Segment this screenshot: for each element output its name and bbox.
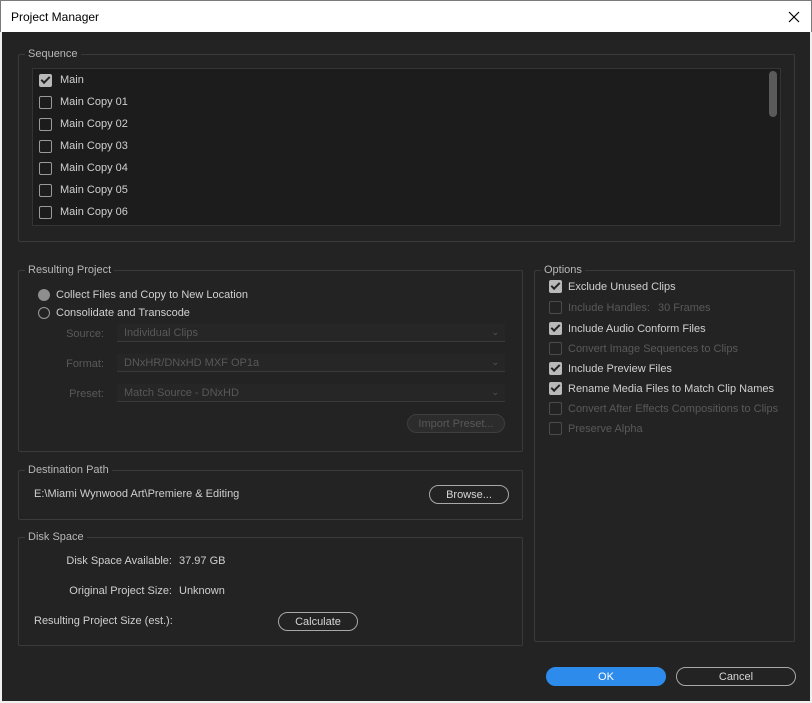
- exclude-unused-row[interactable]: Exclude Unused Clips: [549, 280, 676, 293]
- browse-button[interactable]: Browse...: [429, 485, 509, 504]
- collect-files-label: Collect Files and Copy to New Location: [56, 289, 248, 301]
- audio-conform-label: Include Audio Conform Files: [568, 322, 706, 335]
- destination-legend: Destination Path: [25, 464, 112, 476]
- resulting-project-legend: Resulting Project: [25, 264, 115, 276]
- preserve-alpha-label: Preserve Alpha: [568, 422, 643, 435]
- original-size-value: Unknown: [179, 585, 225, 597]
- list-item[interactable]: Main Copy 05: [39, 181, 128, 199]
- disk-available-value: 37.97 GB: [179, 555, 226, 567]
- options-legend: Options: [541, 264, 585, 276]
- sequence-checkbox[interactable]: [39, 95, 52, 109]
- preset-value: Match Source - DNxHD: [124, 387, 239, 399]
- sequence-checkbox[interactable]: [39, 117, 52, 131]
- format-value: DNxHR/DNxHD MXF OP1a: [124, 357, 260, 369]
- calculate-button[interactable]: Calculate: [278, 612, 358, 631]
- rename-media-label: Rename Media Files to Match Clip Names: [568, 382, 775, 395]
- convert-ae-row[interactable]: Convert After Effects Compositions to Cl…: [549, 402, 778, 415]
- sequence-label: Main Copy 05: [60, 184, 128, 196]
- window-title: Project Manager: [11, 10, 100, 24]
- preview-files-row[interactable]: Include Preview Files: [549, 362, 672, 375]
- include-handles-label: Include Handles:: [568, 301, 650, 314]
- convert-ae-label: Convert After Effects Compositions to Cl…: [568, 402, 779, 415]
- consolidate-label: Consolidate and Transcode: [56, 307, 190, 319]
- list-item[interactable]: Main Copy 06: [39, 203, 128, 221]
- list-item[interactable]: Main Copy 02: [39, 115, 128, 133]
- exclude-unused-checkbox[interactable]: [549, 280, 562, 293]
- convert-image-seq-row[interactable]: Convert Image Sequences to Clips: [549, 342, 738, 355]
- sequence-legend: Sequence: [25, 48, 81, 60]
- collect-files-radio[interactable]: [38, 289, 50, 301]
- collect-files-radio-row[interactable]: Collect Files and Copy to New Location: [38, 289, 248, 301]
- chevron-down-icon: ⌄: [491, 327, 499, 337]
- close-icon: [788, 11, 800, 22]
- convert-ae-checkbox[interactable]: [549, 402, 562, 415]
- resulting-size-label: Resulting Project Size (est.):: [34, 615, 173, 627]
- include-handles-row[interactable]: Include Handles: 30 Frames: [549, 301, 711, 314]
- sequence-checkbox[interactable]: [39, 183, 52, 197]
- convert-image-seq-checkbox[interactable]: [549, 342, 562, 355]
- preserve-alpha-checkbox[interactable]: [549, 422, 562, 435]
- sequence-label: Main Copy 02: [60, 118, 128, 130]
- sequence-checkbox[interactable]: [39, 205, 52, 219]
- preview-files-label: Include Preview Files: [568, 362, 672, 375]
- ok-button[interactable]: OK: [546, 667, 666, 686]
- sequence-label: Main Copy 01: [60, 96, 128, 108]
- preset-select[interactable]: Match Source - DNxHD ⌄: [117, 384, 505, 402]
- preset-label: Preset:: [69, 388, 104, 400]
- consolidate-radio-row[interactable]: Consolidate and Transcode: [38, 307, 190, 319]
- rename-media-checkbox[interactable]: [549, 382, 562, 395]
- exclude-unused-label: Exclude Unused Clips: [568, 280, 676, 293]
- source-value: Individual Clips: [124, 327, 198, 339]
- disk-space-legend: Disk Space: [25, 531, 87, 543]
- source-select[interactable]: Individual Clips ⌄: [117, 324, 505, 342]
- list-item[interactable]: Main: [39, 71, 84, 89]
- list-item[interactable]: Main Copy 01: [39, 93, 128, 111]
- dialog-body: Sequence Main Main Copy 01 Main Copy 02 …: [2, 32, 810, 701]
- preview-files-checkbox[interactable]: [549, 362, 562, 375]
- sequence-scrollbar[interactable]: [769, 71, 777, 117]
- convert-image-seq-label: Convert Image Sequences to Clips: [568, 342, 738, 355]
- disk-available-label: Disk Space Available:: [66, 555, 172, 567]
- include-handles-checkbox[interactable]: [549, 301, 562, 314]
- sequence-label: Main: [60, 74, 84, 86]
- import-preset-button[interactable]: Import Preset...: [407, 414, 505, 433]
- original-size-label: Original Project Size:: [69, 585, 172, 597]
- handles-value[interactable]: 30 Frames: [658, 302, 711, 314]
- audio-conform-checkbox[interactable]: [549, 322, 562, 335]
- sequence-label: Main Copy 04: [60, 162, 128, 174]
- title-bar: Project Manager: [0, 0, 812, 32]
- list-item[interactable]: Main Copy 04: [39, 159, 128, 177]
- sequence-label: Main Copy 03: [60, 140, 128, 152]
- destination-path: E:\Miami Wynwood Art\Premiere & Editing: [34, 488, 240, 500]
- rename-media-row[interactable]: Rename Media Files to Match Clip Names: [549, 382, 774, 395]
- chevron-down-icon: ⌄: [491, 387, 499, 397]
- cancel-button[interactable]: Cancel: [676, 667, 796, 686]
- sequence-checkbox[interactable]: [39, 73, 52, 87]
- preserve-alpha-row[interactable]: Preserve Alpha: [549, 422, 643, 435]
- audio-conform-row[interactable]: Include Audio Conform Files: [549, 322, 706, 335]
- sequence-checkbox[interactable]: [39, 139, 52, 153]
- sequence-list[interactable]: Main Main Copy 01 Main Copy 02 Main Copy…: [32, 68, 781, 226]
- sequence-checkbox[interactable]: [39, 161, 52, 175]
- list-item[interactable]: Main Copy 03: [39, 137, 128, 155]
- format-select[interactable]: DNxHR/DNxHD MXF OP1a ⌄: [117, 354, 505, 372]
- chevron-down-icon: ⌄: [491, 357, 499, 367]
- sequence-label: Main Copy 06: [60, 206, 128, 218]
- consolidate-radio[interactable]: [38, 307, 50, 319]
- source-label: Source:: [66, 328, 104, 340]
- close-button[interactable]: [777, 1, 811, 32]
- format-label: Format:: [66, 358, 104, 370]
